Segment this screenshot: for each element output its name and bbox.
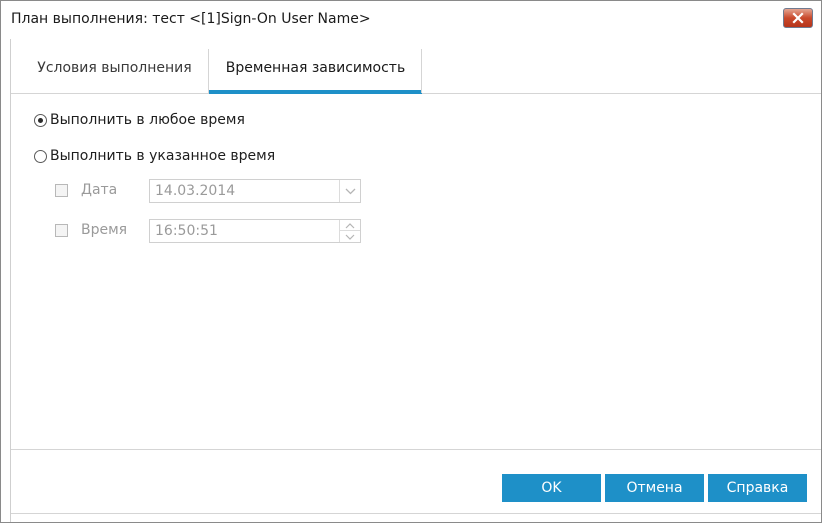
date-label: Дата (81, 182, 118, 198)
radio-button-checked[interactable] (34, 113, 47, 127)
close-icon (792, 12, 804, 24)
time-spin-buttons (339, 220, 360, 242)
tab-label: Временная зависимость (225, 60, 406, 76)
cancel-button[interactable]: Отмена (605, 474, 704, 502)
chevron-down-icon (345, 234, 355, 240)
tab-strip: Условия выполнения Временная зависимость (11, 49, 821, 94)
time-label: Время (81, 222, 128, 238)
footer-divider (11, 449, 821, 450)
radio-label: Выполнить в любое время (50, 112, 245, 128)
ok-button[interactable]: OK (502, 474, 601, 502)
active-tab-indicator (209, 90, 422, 94)
help-button[interactable]: Справка (708, 474, 807, 502)
chevron-down-icon (345, 188, 356, 195)
tab-label: Условия выполнения (37, 60, 192, 76)
tab-divider (421, 49, 422, 93)
chevron-up-icon (345, 223, 355, 229)
tab-execution-conditions[interactable]: Условия выполнения (21, 49, 209, 93)
radio-run-any-time[interactable]: Выполнить в любое время (34, 111, 245, 129)
spin-up-button[interactable] (340, 220, 360, 231)
dialog-window: План выполнения: тест <[1]Sign-On User N… (0, 0, 822, 523)
date-dropdown-button[interactable] (339, 180, 360, 202)
radio-label: Выполнить в указанное время (50, 148, 276, 164)
date-checkbox[interactable] (55, 184, 68, 197)
title-bar: План выполнения: тест <[1]Sign-On User N… (1, 1, 821, 39)
spin-down-button[interactable] (340, 231, 360, 242)
radio-run-specified-time[interactable]: Выполнить в указанное время (34, 147, 275, 165)
tab-time-dependency[interactable]: Временная зависимость (209, 49, 422, 94)
time-spinner[interactable]: 16:50:51 (149, 219, 361, 243)
time-checkbox[interactable] (55, 224, 68, 237)
radio-button[interactable] (34, 149, 47, 163)
time-value: 16:50:51 (155, 223, 218, 239)
close-button[interactable] (783, 8, 813, 28)
window-title: План выполнения: тест <[1]Sign-On User N… (11, 11, 371, 27)
date-picker[interactable]: 14.03.2014 (149, 179, 361, 203)
date-value: 14.03.2014 (155, 183, 236, 199)
window-bottom-edge (11, 513, 821, 514)
window-left-edge (1, 39, 11, 522)
